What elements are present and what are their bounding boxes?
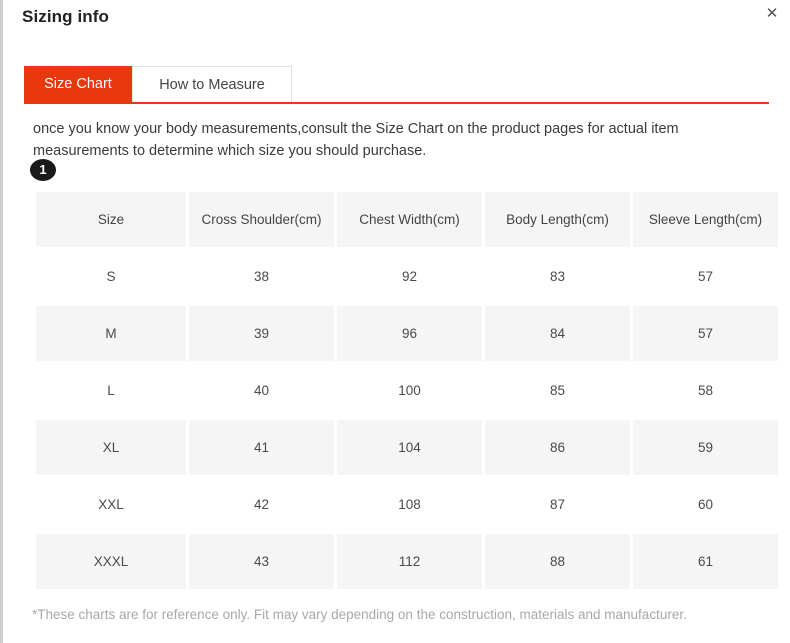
cell-sleeve-length: 60 <box>633 477 778 532</box>
column-header-chest-width: Chest Width(cm) <box>337 192 482 247</box>
cell-cross-shoulder: 40 <box>189 363 334 418</box>
cell-body-length: 83 <box>485 249 630 304</box>
table-header-row: Size Cross Shoulder(cm) Chest Width(cm) … <box>36 192 778 247</box>
table-header: Size Cross Shoulder(cm) Chest Width(cm) … <box>36 192 778 247</box>
cell-chest-width: 104 <box>337 420 482 475</box>
step-badge: 1 <box>30 159 56 181</box>
disclaimer-note: *These charts are for reference only. Fi… <box>32 607 687 622</box>
cell-sleeve-length: 57 <box>633 306 778 361</box>
cell-body-length: 88 <box>485 534 630 589</box>
description-text: once you know your body measurements,con… <box>33 121 679 159</box>
cell-body-length: 84 <box>485 306 630 361</box>
cell-cross-shoulder: 41 <box>189 420 334 475</box>
sizing-info-modal: Sizing info ✕ Size Chart How to Measure … <box>3 0 790 643</box>
modal-left-edge <box>0 0 3 643</box>
table-row: XXXL 43 112 88 61 <box>36 534 778 589</box>
cell-chest-width: 112 <box>337 534 482 589</box>
cell-size: XL <box>36 420 186 475</box>
cell-cross-shoulder: 38 <box>189 249 334 304</box>
cell-chest-width: 92 <box>337 249 482 304</box>
tab-list: Size Chart How to Measure <box>24 66 292 102</box>
cell-body-length: 86 <box>485 420 630 475</box>
cell-sleeve-length: 59 <box>633 420 778 475</box>
cell-size: XXXL <box>36 534 186 589</box>
cell-sleeve-length: 57 <box>633 249 778 304</box>
cell-size: L <box>36 363 186 418</box>
cell-sleeve-length: 58 <box>633 363 778 418</box>
column-header-sleeve-length: Sleeve Length(cm) <box>633 192 778 247</box>
cell-size: M <box>36 306 186 361</box>
cell-cross-shoulder: 42 <box>189 477 334 532</box>
column-header-cross-shoulder: Cross Shoulder(cm) <box>189 192 334 247</box>
table-row: S 38 92 83 57 <box>36 249 778 304</box>
tab-bar: Size Chart How to Measure <box>3 66 790 106</box>
tab-how-to-measure[interactable]: How to Measure <box>132 66 292 102</box>
cell-body-length: 87 <box>485 477 630 532</box>
table-row: L 40 100 85 58 <box>36 363 778 418</box>
table-row: XL 41 104 86 59 <box>36 420 778 475</box>
table-body: S 38 92 83 57 M 39 96 84 57 L 40 100 85 … <box>36 249 778 589</box>
cell-size: XXL <box>36 477 186 532</box>
cell-chest-width: 96 <box>337 306 482 361</box>
cell-chest-width: 108 <box>337 477 482 532</box>
size-chart-table: Size Cross Shoulder(cm) Chest Width(cm) … <box>33 190 781 591</box>
table-row: M 39 96 84 57 <box>36 306 778 361</box>
page-title: Sizing info <box>22 7 110 26</box>
cell-cross-shoulder: 43 <box>189 534 334 589</box>
modal-header: Sizing info ✕ <box>3 0 790 46</box>
cell-body-length: 85 <box>485 363 630 418</box>
column-header-size: Size <box>36 192 186 247</box>
tab-underline <box>24 102 769 104</box>
cell-chest-width: 100 <box>337 363 482 418</box>
tab-size-chart[interactable]: Size Chart <box>24 66 132 102</box>
cell-cross-shoulder: 39 <box>189 306 334 361</box>
cell-sleeve-length: 61 <box>633 534 778 589</box>
cell-size: S <box>36 249 186 304</box>
table-row: XXL 42 108 87 60 <box>36 477 778 532</box>
close-icon[interactable]: ✕ <box>760 2 784 26</box>
column-header-body-length: Body Length(cm) <box>485 192 630 247</box>
